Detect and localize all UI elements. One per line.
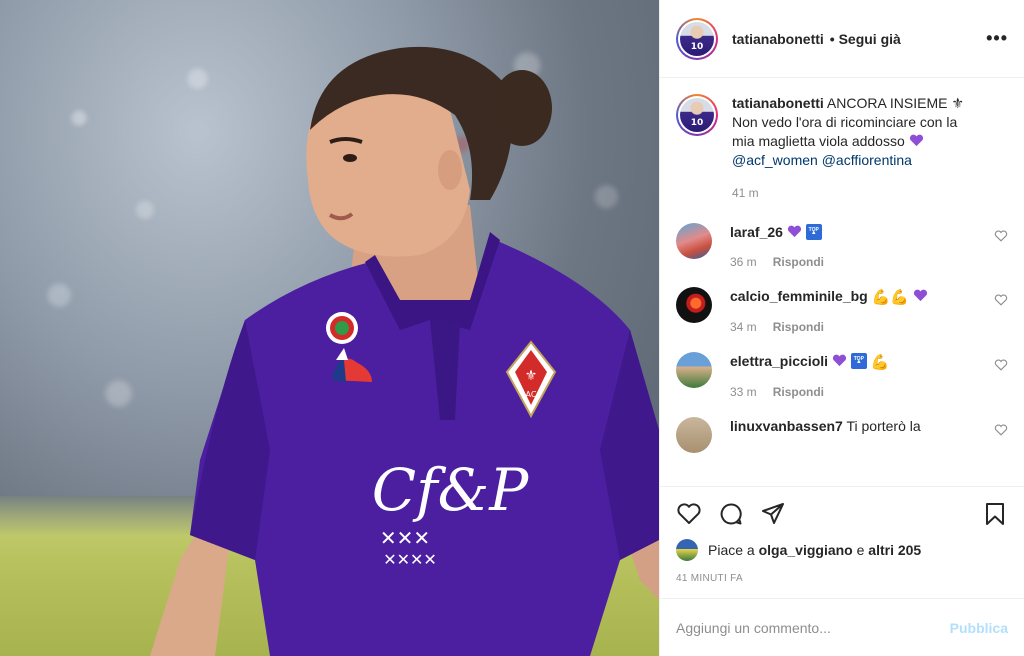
top-emoji-icon [805, 221, 822, 242]
comment-time: 36 m [730, 255, 757, 269]
player-illustration: ⚜ AC Cf&P ✕✕✕ ✕✕✕✕ [150, 46, 659, 656]
top-emoji-icon [850, 350, 867, 371]
caption-avatar-ring[interactable] [676, 94, 718, 136]
flexed-biceps-icon: 💪 [870, 353, 890, 371]
comment-text: Ti porterò la [846, 418, 921, 434]
liker-username[interactable]: olga_viggiano [759, 542, 853, 558]
comment-item: elettra_piccioli 💪 33 m Rispondi [676, 350, 1008, 401]
reply-button[interactable]: Rispondi [773, 253, 824, 271]
reply-button[interactable]: Rispondi [773, 383, 824, 401]
follow-status-button[interactable]: • Segui già [830, 31, 901, 47]
comment-item: linuxvanbassen7 Ti porterò la [676, 417, 1008, 453]
caption-line-2: Non vedo l'ora di ricominciare con la [732, 114, 958, 130]
caption-line-1: ANCORA INSIEME ⚜ [826, 95, 964, 111]
caption-username[interactable]: tatianabonetti [732, 95, 824, 111]
caption-time: 41 m [732, 186, 759, 200]
comment-avatar[interactable] [676, 352, 712, 388]
comment-item: calcio_femminile_bg 💪💪 34 m Rispondi [676, 287, 1008, 336]
comment-bubble-icon[interactable] [718, 501, 744, 527]
comment-username[interactable]: linuxvanbassen7 [730, 418, 843, 434]
purple-heart-icon [832, 354, 846, 367]
flexed-biceps-icon: 💪💪 [871, 288, 909, 306]
post-timestamp: 41 MINUTI FA [676, 573, 743, 584]
reply-button[interactable]: Rispondi [773, 318, 824, 336]
save-bookmark-icon[interactable] [982, 501, 1008, 527]
share-paper-plane-icon[interactable] [760, 501, 786, 527]
post-side-panel: tatianabonetti • Segui già ••• tatianabo… [659, 0, 1024, 656]
post-viewer: ⚜ AC Cf&P ✕✕✕ ✕✕✕✕ 10 tatianabonetti • S… [0, 0, 1024, 656]
svg-text:✕✕✕✕: ✕✕✕✕ [383, 550, 437, 569]
liker-avatar[interactable] [676, 539, 698, 561]
caption-avatar [680, 98, 714, 132]
comment-item: laraf_26 36 m Rispondi [676, 221, 1008, 271]
post-photo[interactable]: ⚜ AC Cf&P ✕✕✕ ✕✕✕✕ [0, 0, 659, 656]
avatar-story-ring[interactable] [676, 17, 718, 60]
comment-avatar[interactable] [676, 417, 712, 453]
comment-time: 34 m [730, 320, 757, 334]
comment-avatar[interactable] [676, 287, 712, 323]
purple-heart-icon [913, 289, 927, 302]
comments-section[interactable]: tatianabonetti ANCORA INSIEME ⚜ Non vedo… [660, 78, 1024, 486]
like-comment-heart-icon[interactable] [994, 229, 1008, 243]
comment-input[interactable]: Aggiungi un commento... [676, 620, 950, 636]
post-header: tatianabonetti • Segui già ••• [660, 0, 1024, 78]
comment-username[interactable]: calcio_femminile_bg [730, 288, 868, 304]
like-heart-icon[interactable] [676, 501, 702, 527]
comment-username[interactable]: elettra_piccioli [730, 353, 828, 369]
publish-button[interactable]: Pubblica [950, 620, 1008, 636]
comment-time: 33 m [730, 385, 757, 399]
svg-text:⚜: ⚜ [525, 368, 538, 384]
post-actions: Piace a olga_viggiano e altri 205 41 MIN… [660, 486, 1024, 598]
other-likes-link[interactable]: altri 205 [868, 542, 921, 558]
like-comment-heart-icon[interactable] [994, 358, 1008, 372]
caption-line-3: mia maglietta viola addosso [732, 133, 905, 149]
more-options-icon[interactable]: ••• [986, 28, 1008, 49]
like-comment-heart-icon[interactable] [994, 423, 1008, 437]
mention-acffiorentina-link[interactable]: @acffiorentina [822, 152, 912, 168]
svg-text:✕✕✕: ✕✕✕ [380, 526, 430, 550]
svg-text:AC: AC [526, 390, 537, 399]
avatar [680, 21, 714, 56]
header-username[interactable]: tatianabonetti [732, 31, 824, 47]
mention-acf-women-link[interactable]: @acf_women [732, 152, 818, 168]
comment-username[interactable]: laraf_26 [730, 224, 783, 240]
purple-heart-icon [909, 134, 923, 147]
purple-heart-icon [787, 225, 801, 238]
comment-avatar[interactable] [676, 223, 712, 259]
add-comment-bar: Aggiungi un commento... Pubblica [660, 598, 1024, 656]
svg-text:Cf&P: Cf&P [372, 456, 529, 524]
post-caption: tatianabonetti ANCORA INSIEME ⚜ Non vedo… [676, 94, 1008, 203]
likes-summary: Piace a olga_viggiano e altri 205 [676, 539, 1008, 561]
like-comment-heart-icon[interactable] [994, 293, 1008, 307]
